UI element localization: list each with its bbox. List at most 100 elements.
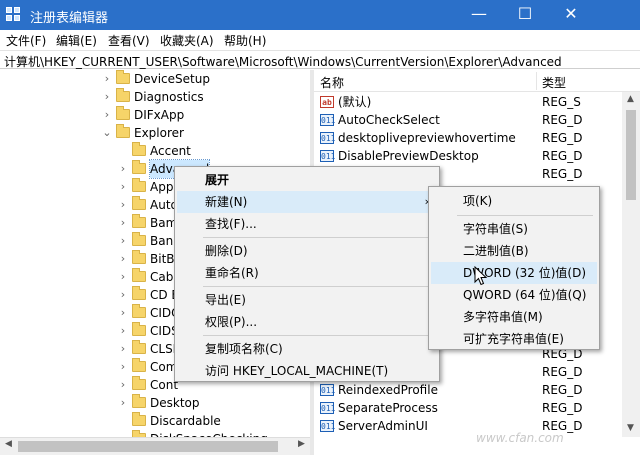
- menu-item-copy-key-name[interactable]: 复制项名称(C): [177, 338, 437, 360]
- list-row[interactable]: 011 AutoCheckSelect REG_D: [314, 111, 640, 129]
- chevron-right-icon[interactable]: ›: [102, 70, 112, 88]
- value-name: ServerAdminUI: [338, 419, 428, 433]
- list-row[interactable]: 011 ReindexedProfile REG_D: [314, 381, 640, 399]
- value-name: DisablePreviewDesktop: [338, 149, 479, 163]
- binary-value-icon: 011: [320, 420, 336, 432]
- submenu-item-string-value[interactable]: 字符串值(S): [431, 218, 597, 240]
- close-button[interactable]: ✕: [548, 0, 594, 30]
- binary-value-icon: 011: [320, 150, 336, 162]
- tree-item-label: Cabl: [150, 270, 177, 284]
- value-type: REG_S: [542, 95, 581, 109]
- tree-item-label: Diagnostics: [134, 90, 204, 104]
- submenu-item-key[interactable]: 项(K): [431, 190, 597, 212]
- column-divider[interactable]: [536, 72, 537, 90]
- chevron-right-icon[interactable]: ›: [118, 322, 128, 340]
- chevron-right-icon[interactable]: ›: [118, 250, 128, 268]
- menu-separator: [457, 215, 593, 216]
- folder-icon: [116, 106, 130, 120]
- folder-icon: [132, 304, 146, 318]
- folder-icon: [132, 358, 146, 372]
- list-row[interactable]: 011 DisablePreviewDesktop REG_D: [314, 147, 640, 165]
- value-type: REG_D: [542, 113, 583, 127]
- folder-icon: [132, 268, 146, 282]
- binary-value-icon: 011: [320, 114, 336, 126]
- value-type: REG_D: [542, 401, 583, 415]
- folder-icon: [132, 178, 146, 192]
- chevron-right-icon[interactable]: ›: [118, 340, 128, 358]
- menu-item-goto-hklm[interactable]: 访问 HKEY_LOCAL_MACHINE(T): [177, 360, 437, 382]
- submenu-item-qword-value[interactable]: QWORD (64 位)值(Q): [431, 284, 597, 306]
- values-vertical-scrollbar[interactable]: ▲ ▼: [622, 92, 640, 437]
- chevron-down-icon[interactable]: ⌄: [102, 124, 112, 142]
- menu-file[interactable]: 文件(F): [6, 32, 46, 49]
- menu-bar: 文件(F) 编辑(E) 查看(V) 收藏夹(A) 帮助(H): [0, 30, 640, 49]
- scrollbar-thumb[interactable]: [18, 441, 278, 452]
- scroll-down-icon[interactable]: ▼: [627, 423, 634, 433]
- address-path[interactable]: 计算机\HKEY_CURRENT_USER\Software\Microsoft…: [4, 53, 562, 70]
- menu-item-expand[interactable]: 展开: [177, 169, 437, 191]
- list-header: 名称 类型: [314, 70, 640, 92]
- menu-view[interactable]: 查看(V): [108, 32, 150, 49]
- scroll-left-icon[interactable]: ◀: [5, 439, 12, 449]
- chevron-right-icon[interactable]: ›: [118, 268, 128, 286]
- scrollbar-thumb[interactable]: [626, 110, 636, 200]
- folder-icon: [116, 88, 130, 102]
- tree-item-label: Explorer: [134, 126, 184, 140]
- chevron-right-icon[interactable]: ›: [118, 196, 128, 214]
- submenu-item-dword-value[interactable]: DWORD (32 位)值(D): [431, 262, 597, 284]
- chevron-right-icon[interactable]: ›: [102, 106, 112, 124]
- submenu-item-multi-string-value[interactable]: 多字符串值(M): [431, 306, 597, 328]
- menu-favorites[interactable]: 收藏夹(A): [160, 32, 214, 49]
- menu-edit[interactable]: 编辑(E): [56, 32, 97, 49]
- menu-help[interactable]: 帮助(H): [224, 32, 266, 49]
- tree-item-label: DeviceSetup: [134, 72, 210, 86]
- tree-item-label: Desktop: [150, 396, 200, 410]
- address-bar[interactable]: 计算机\HKEY_CURRENT_USER\Software\Microsoft…: [0, 50, 640, 69]
- registry-editor-icon: [6, 7, 22, 23]
- menu-item-delete[interactable]: 删除(D): [177, 240, 437, 262]
- chevron-right-icon[interactable]: ›: [118, 376, 128, 394]
- window-title: 注册表编辑器: [30, 11, 109, 26]
- chevron-right-icon[interactable]: ›: [118, 286, 128, 304]
- tree-item-label: Accent: [150, 144, 191, 158]
- value-type: REG_D: [542, 131, 583, 145]
- chevron-right-icon[interactable]: ›: [118, 304, 128, 322]
- folder-icon: [132, 376, 146, 390]
- chevron-right-icon[interactable]: ›: [118, 214, 128, 232]
- menu-item-rename[interactable]: 重命名(R): [177, 262, 437, 284]
- list-row[interactable]: 011 desktoplivepreviewhovertime REG_D: [314, 129, 640, 147]
- maximize-button[interactable]: ☐: [502, 0, 548, 30]
- chevron-right-icon[interactable]: ›: [118, 232, 128, 250]
- minimize-button[interactable]: —: [456, 0, 502, 30]
- menu-item-permissions[interactable]: 权限(P)...: [177, 311, 437, 333]
- menu-item-find[interactable]: 查找(F)...: [177, 213, 437, 235]
- binary-value-icon: 011: [320, 132, 336, 144]
- folder-icon: [132, 232, 146, 246]
- chevron-right-icon[interactable]: ›: [102, 88, 112, 106]
- tree-horizontal-scrollbar[interactable]: ◀ ▶: [0, 437, 310, 455]
- chevron-right-icon[interactable]: ›: [118, 160, 128, 178]
- chevron-right-icon[interactable]: ›: [118, 358, 128, 376]
- list-row[interactable]: 011 SeparateProcess REG_D: [314, 399, 640, 417]
- folder-icon: [132, 286, 146, 300]
- menu-separator: [203, 335, 433, 336]
- folder-icon: [132, 196, 146, 210]
- value-type: REG_D: [542, 149, 583, 163]
- title-bar: 注册表编辑器 — ☐ ✕: [0, 0, 640, 30]
- value-name: SeparateProcess: [338, 401, 438, 415]
- chevron-right-icon[interactable]: ›: [118, 394, 128, 412]
- submenu-item-binary-value[interactable]: 二进制值(B): [431, 240, 597, 262]
- watermark: www.cfan.com: [476, 431, 564, 445]
- tree-item-label: CLSI: [150, 342, 177, 356]
- menu-item-export[interactable]: 导出(E): [177, 289, 437, 311]
- list-row[interactable]: ab (默认) REG_S: [314, 93, 640, 111]
- menu-item-new[interactable]: 新建(N) ›: [177, 191, 437, 213]
- value-name: (默认): [338, 95, 372, 109]
- column-type[interactable]: 类型: [542, 74, 566, 91]
- new-submenu: 项(K) 字符串值(S) 二进制值(B) DWORD (32 位)值(D) QW…: [428, 186, 600, 350]
- submenu-item-expandable-string-value[interactable]: 可扩充字符串值(E): [431, 328, 597, 350]
- scroll-right-icon[interactable]: ▶: [298, 439, 305, 449]
- chevron-right-icon[interactable]: ›: [118, 178, 128, 196]
- scroll-up-icon[interactable]: ▲: [627, 94, 634, 104]
- column-name[interactable]: 名称: [320, 74, 344, 91]
